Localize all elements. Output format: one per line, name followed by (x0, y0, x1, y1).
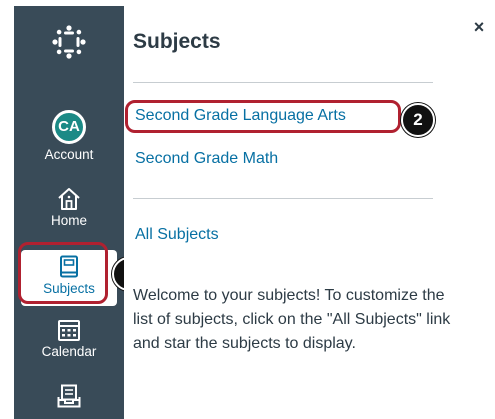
sidebar-item-label: Account (44, 147, 94, 162)
sidebar-item-label: Calendar (41, 344, 97, 359)
home-icon (58, 188, 80, 210)
sidebar-item-subjects[interactable]: Subjects (21, 250, 117, 306)
avatar: CA (52, 110, 86, 144)
screenshot-frame: CA Account Home Subjects Calendar × Subj… (0, 0, 495, 419)
global-nav-sidebar: CA Account Home Subjects Calendar (14, 6, 124, 419)
welcome-message: Welcome to your subjects! To customize t… (133, 287, 451, 352)
sidebar-item-label: Home (50, 213, 87, 228)
callout-badge-2: 2 (401, 103, 435, 137)
book-icon (60, 255, 78, 278)
subjects-tray (124, 6, 495, 419)
all-subjects-link[interactable]: All Subjects (135, 226, 219, 244)
canvas-logo-icon[interactable] (52, 25, 86, 59)
sidebar-item-account[interactable]: CA Account (14, 110, 124, 163)
tray-title: Subjects (133, 30, 221, 53)
sidebar-item-label: Subjects (43, 281, 95, 296)
close-button[interactable]: × (469, 17, 489, 37)
sidebar-item-inbox[interactable] (14, 383, 124, 410)
course-link-math[interactable]: Second Grade Math (135, 150, 278, 168)
sidebar-item-calendar[interactable]: Calendar (14, 317, 124, 360)
calendar-icon (58, 320, 80, 341)
avatar-initials: CA (58, 118, 80, 135)
sidebar-item-home[interactable]: Home (14, 186, 124, 229)
course-link-language-arts[interactable]: Second Grade Language Arts (135, 107, 346, 125)
inbox-icon (57, 384, 81, 408)
divider (133, 82, 433, 83)
divider (133, 198, 433, 199)
